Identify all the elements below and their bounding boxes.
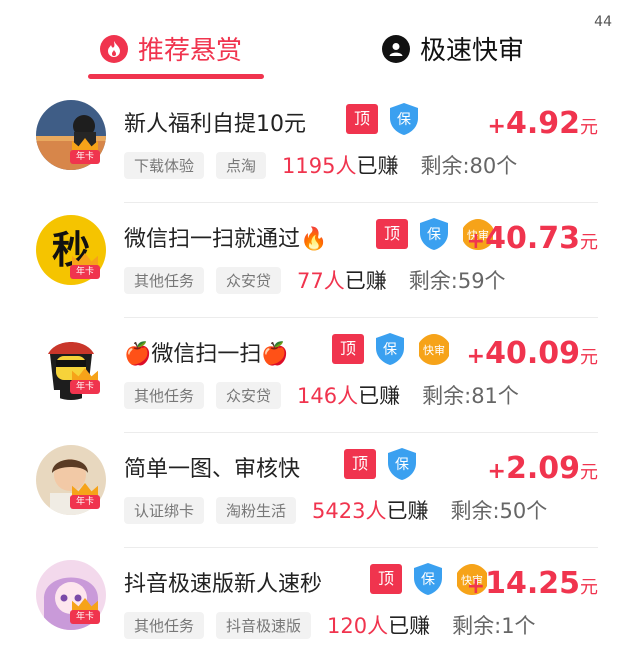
- task-row[interactable]: 年卡 简单一图、审核快 顶 保 +2.09元 认证绑卡 淘粉生活 5423人已赚…: [0, 433, 634, 548]
- category-chip: 其他任务: [124, 611, 205, 639]
- task-title: 抖音极速版新人速秒: [124, 572, 323, 597]
- shield-icon: 保: [388, 102, 420, 136]
- remaining-count: 剩余:50个: [450, 499, 548, 523]
- shield-icon: 保: [412, 562, 444, 596]
- task-meta: 其他任务 抖音极速版 120人已赚 剩余:1个: [124, 610, 536, 640]
- pinned-tag: 顶: [332, 334, 364, 364]
- shield-icon: 保: [418, 217, 450, 251]
- reward-price: +2.09元: [487, 451, 598, 486]
- svg-text:保: 保: [383, 342, 397, 358]
- task-row[interactable]: 秒 年卡 微信扫一扫就通过🔥 顶 保 快审 +40.73元 其他任务 众安贷 7…: [0, 203, 634, 318]
- reward-price: +40.09元: [466, 336, 598, 371]
- task-tags: 顶 保: [346, 102, 430, 136]
- annual-card-badge: 年卡: [70, 598, 100, 624]
- reward-price: +4.92元: [487, 106, 598, 141]
- pinned-tag: 顶: [370, 564, 402, 594]
- task-row[interactable]: 年卡 🍎微信扫一扫🍎 顶 保 快审 +40.09元 其他任务 众安贷 146人已…: [0, 318, 634, 433]
- category-chip: 其他任务: [124, 266, 205, 294]
- svg-text:保: 保: [427, 227, 441, 243]
- category-chip: 认证绑卡: [124, 496, 205, 524]
- task-meta: 认证绑卡 淘粉生活 5423人已赚 剩余:50个: [124, 495, 547, 525]
- tab-recommended-bounty[interactable]: 推荐悬赏: [100, 30, 242, 67]
- task-list: 年卡 新人福利自提10元 顶 保 +4.92元 下载体验 点淘 1195人已赚 …: [0, 88, 634, 650]
- remaining-count: 剩余:1个: [452, 614, 536, 638]
- earned-count: 77人已赚: [297, 269, 387, 293]
- platform-chip: 众安贷: [216, 266, 282, 294]
- tab-fast-review[interactable]: 极速快审: [382, 30, 524, 67]
- reward-price: +40.73元: [466, 221, 598, 256]
- svg-text:快审: 快审: [423, 343, 445, 357]
- tab-bar: 推荐悬赏 极速快审: [0, 0, 634, 86]
- task-row[interactable]: 年卡 新人福利自提10元 顶 保 +4.92元 下载体验 点淘 1195人已赚 …: [0, 88, 634, 203]
- earned-count: 120人已赚: [327, 614, 431, 638]
- task-title: 简单一图、审核快: [124, 457, 301, 482]
- user-circle-icon: [382, 34, 410, 63]
- svg-text:保: 保: [397, 112, 411, 128]
- platform-chip: 众安贷: [216, 381, 282, 409]
- platform-chip: 淘粉生活: [216, 496, 297, 524]
- earned-count: 146人已赚: [297, 384, 401, 408]
- earned-count: 1195人已赚: [282, 154, 399, 178]
- task-meta: 下载体验 点淘 1195人已赚 剩余:80个: [124, 150, 517, 180]
- earned-count: 5423人已赚: [312, 499, 429, 523]
- annual-card-badge: 年卡: [70, 483, 100, 509]
- shield-icon: 保: [386, 447, 418, 481]
- annual-card-badge: 年卡: [70, 138, 100, 164]
- task-title: 新人福利自提10元: [124, 112, 306, 137]
- task-title: 微信扫一扫就通过🔥: [124, 227, 328, 252]
- remaining-count: 剩余:81个: [422, 384, 519, 408]
- task-tags: 顶 保 快审: [332, 332, 452, 366]
- pinned-tag: 顶: [376, 219, 408, 249]
- pinned-tag: 顶: [344, 449, 376, 479]
- tab-label: 极速快审: [420, 36, 525, 66]
- task-meta: 其他任务 众安贷 146人已赚 剩余:81个: [124, 380, 519, 410]
- task-title: 🍎微信扫一扫🍎: [124, 342, 289, 367]
- annual-card-badge: 年卡: [70, 253, 100, 279]
- category-chip: 其他任务: [124, 381, 205, 409]
- task-tags: 顶 保: [344, 447, 428, 481]
- active-tab-indicator: [88, 74, 264, 79]
- svg-text:保: 保: [395, 457, 409, 473]
- svg-text:保: 保: [421, 572, 435, 588]
- platform-chip: 点淘: [216, 151, 267, 179]
- remaining-count: 剩余:59个: [408, 269, 506, 293]
- remaining-count: 剩余:80个: [420, 154, 518, 178]
- platform-chip: 抖音极速版: [216, 611, 312, 639]
- category-chip: 下载体验: [124, 151, 205, 179]
- tab-label: 推荐悬赏: [138, 36, 243, 66]
- fast-review-icon: 快审: [416, 332, 452, 366]
- task-meta: 其他任务 众安贷 77人已赚 剩余:59个: [124, 265, 506, 295]
- annual-card-badge: 年卡: [70, 368, 100, 394]
- task-row[interactable]: 年卡 抖音极速版新人速秒 顶 保 快审 +14.25元 其他任务 抖音极速版 1…: [0, 548, 634, 650]
- pinned-tag: 顶: [346, 104, 378, 134]
- reward-price: +14.25元: [466, 566, 598, 601]
- flame-icon: [100, 34, 128, 63]
- shield-icon: 保: [374, 332, 406, 366]
